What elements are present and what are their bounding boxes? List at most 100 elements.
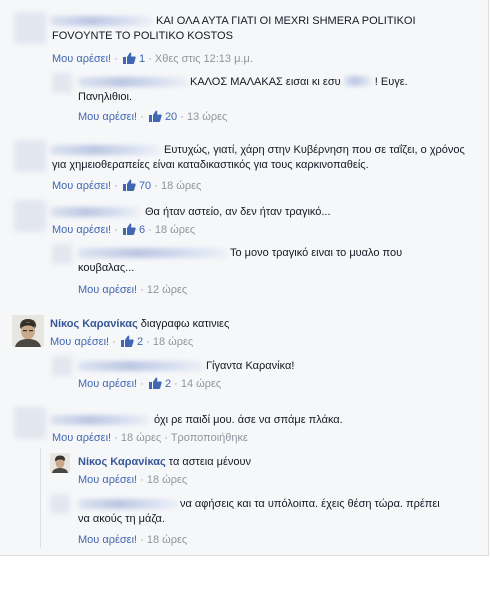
- comment-body: Γίγαντα Καρανίκα!: [206, 360, 295, 372]
- separator: ·: [140, 111, 144, 123]
- like-button[interactable]: Μου αρέσει!: [78, 284, 137, 296]
- timestamp[interactable]: 18 ώρες: [155, 224, 195, 236]
- like-count[interactable]: 6: [139, 224, 145, 236]
- separator: ·: [140, 474, 144, 486]
- like-button[interactable]: Μου αρέσει!: [52, 180, 111, 192]
- like-count[interactable]: 70: [139, 180, 151, 192]
- comment-body: κουβαλας...: [78, 262, 135, 274]
- profile-photo: [50, 453, 70, 473]
- profile-photo: [12, 315, 44, 347]
- thumbs-up-icon: [122, 223, 136, 235]
- avatar[interactable]: [50, 453, 70, 473]
- like-button[interactable]: Μου αρέσει!: [52, 432, 111, 444]
- like-button[interactable]: Μου αρέσει!: [78, 111, 137, 123]
- author-name-link[interactable]: Νίκος Καρανίκας: [50, 318, 138, 330]
- reply-thread-line: [40, 448, 41, 548]
- comment-meta: Μου αρέσει! · 18 ώρες · Τροποποιήθηκε: [52, 431, 248, 445]
- separator: ·: [140, 534, 144, 546]
- comment-body: Θα ήταν αστείο, αν δεν ήταν τραγικό...: [145, 206, 331, 218]
- separator: ·: [146, 336, 150, 348]
- thumbs-up-icon: [148, 377, 162, 389]
- like-button[interactable]: Μου αρέσει!: [78, 534, 137, 546]
- comment-text: όχι ρε παιδί μου. άσε να σπάμε πλάκα.: [52, 413, 472, 428]
- comment-body: ΚΑΛΟΣ ΜΑΛΑΚΑΣ εισαι κι εσυ: [190, 76, 341, 88]
- author-name-link[interactable]: Νίκος Καρανίκας: [78, 456, 166, 468]
- comment-body: διαγραφω κατινιες: [140, 318, 230, 330]
- comment-text: Το μονο τραγικό ειναι το μυαλο που κουβα…: [78, 246, 478, 276]
- timestamp[interactable]: 18 ώρες: [147, 474, 187, 486]
- timestamp[interactable]: 18 ώρες: [147, 534, 187, 546]
- like-count[interactable]: 20: [165, 111, 177, 123]
- timestamp[interactable]: 18 ώρες: [121, 432, 161, 444]
- comment-body: τα αστεια μένουν: [168, 456, 252, 468]
- edited-label[interactable]: Τροποποιήθηκε: [171, 432, 248, 444]
- comment-meta: Μου αρέσει! · 12 ώρες: [78, 283, 187, 297]
- redacted-avatar: [52, 356, 72, 376]
- avatar[interactable]: [12, 315, 44, 347]
- timestamp[interactable]: 14 ώρες: [181, 378, 221, 390]
- comment-body: Το μονο τραγικό ειναι το μυαλο που: [230, 247, 403, 259]
- comment-text: Νίκος Καρανίκας διαγραφω κατινιες: [50, 317, 470, 332]
- comment-text: Γίγαντα Καρανίκα!: [78, 359, 478, 374]
- comment-body: ! Ευγε.: [374, 76, 408, 88]
- redacted-avatar: [14, 200, 46, 232]
- redacted-avatar: [14, 407, 46, 439]
- timestamp[interactable]: 18 ώρες: [161, 180, 201, 192]
- separator: ·: [164, 432, 168, 444]
- comment-text: Θα ήταν αστείο, αν δεν ήταν τραγικό...: [52, 205, 472, 220]
- comment-text: ΚΑΙ ΟΛΑ ΑΥΤΑ ΓΙΑΤΙ ΟΙ ΜΕΧRI SHMERA POLIT…: [52, 14, 442, 44]
- comment-text: να αφήσεις και τα υπόλοιπα. έχεις θέση τ…: [78, 497, 478, 527]
- comment-body: όχι ρε παιδί μου. άσε να σπάμε πλάκα.: [154, 414, 343, 426]
- separator: ·: [148, 224, 152, 236]
- separator: ·: [114, 53, 118, 65]
- like-button[interactable]: Μου αρέσει!: [50, 336, 109, 348]
- separator: ·: [114, 432, 118, 444]
- comment-meta: Μου αρέσει! · 1 · Χθες στις 12:13 μ.μ.: [52, 52, 253, 66]
- like-button[interactable]: Μου αρέσει!: [78, 378, 137, 390]
- comment-body: να ακούς τη μάζα.: [78, 513, 165, 525]
- comment-meta: Μου αρέσει! · 2 · 14 ώρες: [78, 377, 221, 391]
- redacted-avatar: [50, 494, 70, 514]
- like-button[interactable]: Μου αρέσει!: [52, 224, 111, 236]
- like-button[interactable]: Μου αρέσει!: [52, 53, 111, 65]
- comment-body: Ευτυχώς, γιατί, χάρη στην Κυβέρνηση που …: [52, 144, 465, 171]
- separator: ·: [112, 336, 116, 348]
- page-background: [0, 556, 490, 609]
- timestamp[interactable]: 12 ώρες: [147, 284, 187, 296]
- comment-text: Ευτυχώς, γιατί, χάρη στην Κυβέρνηση που …: [52, 143, 472, 173]
- like-count[interactable]: 2: [137, 336, 143, 348]
- separator: ·: [140, 284, 144, 296]
- separator: ·: [174, 378, 178, 390]
- timestamp[interactable]: 13 ώρες: [187, 111, 227, 123]
- comment-text: ΚΑΛΟΣ ΜΑΛΑΚΑΣ εισαι κι εσυ ! Ευγε. Πανηλ…: [78, 75, 478, 105]
- redacted-avatar: [14, 140, 46, 172]
- separator: ·: [114, 224, 118, 236]
- like-count[interactable]: 2: [165, 378, 171, 390]
- redacted-mention: [343, 76, 372, 86]
- separator: ·: [180, 111, 184, 123]
- redacted-avatar: [14, 12, 46, 44]
- like-count[interactable]: 1: [139, 53, 145, 65]
- comment-meta: Μου αρέσει! · 2 · 18 ώρες: [50, 335, 193, 349]
- separator: ·: [140, 378, 144, 390]
- separator: ·: [154, 180, 158, 192]
- timestamp[interactable]: 18 ώρες: [153, 336, 193, 348]
- comment-body: Πανηλιθιοι.: [78, 91, 133, 103]
- separator: ·: [114, 180, 118, 192]
- comment-meta: Μου αρέσει! · 18 ώρες: [78, 533, 187, 547]
- thumbs-up-icon: [122, 179, 136, 191]
- comment-meta: Μου αρέσει! · 6 · 18 ώρες: [52, 223, 195, 237]
- comment-meta: Μου αρέσει! · 18 ώρες: [78, 473, 187, 487]
- comment-text: Νίκος Καρανίκας τα αστεια μένουν: [78, 455, 478, 470]
- like-button[interactable]: Μου αρέσει!: [78, 474, 137, 486]
- comment-meta: Μου αρέσει! · 70 · 18 ώρες: [52, 179, 201, 193]
- thumbs-up-icon: [120, 335, 134, 347]
- thumbs-up-icon: [122, 52, 136, 64]
- comment-body: ΚΑΙ ΟΛΑ ΑΥΤΑ ΓΙΑΤΙ ΟΙ ΜΕΧRI SHMERA POLIT…: [52, 15, 416, 42]
- redacted-avatar: [52, 73, 72, 93]
- redacted-avatar: [52, 244, 72, 264]
- comment-meta: Μου αρέσει! · 20 · 13 ώρες: [78, 110, 227, 124]
- comment-body: να αφήσεις και τα υπόλοιπα. έχεις θέση τ…: [180, 498, 440, 510]
- separator: ·: [148, 53, 152, 65]
- timestamp[interactable]: Χθες στις 12:13 μ.μ.: [155, 53, 253, 65]
